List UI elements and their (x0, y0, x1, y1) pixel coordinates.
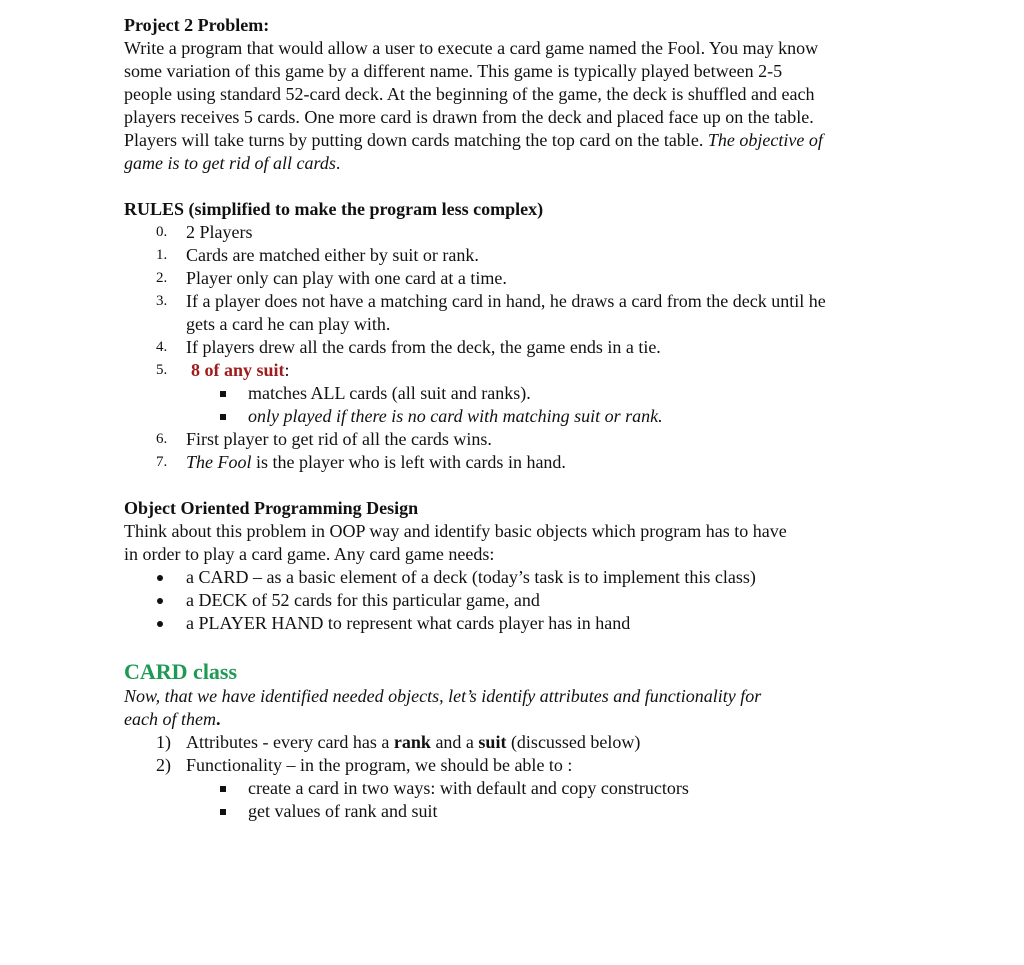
square-bullet-icon (220, 414, 226, 420)
rule-number: 6. (156, 431, 168, 447)
period: . (335, 153, 341, 173)
item-text: Functionality – in the program, we shoul… (186, 755, 573, 775)
intro-line: some variation of this game by a differe… (124, 61, 783, 81)
card-class-item: 1) Attributes - every card has a rank and… (124, 731, 914, 754)
rule-text: 2 Players (186, 222, 253, 242)
rule-text: First player to get rid of all the cards… (186, 429, 492, 449)
item-number: 2) (156, 755, 171, 775)
item-text: (discussed below) (506, 732, 641, 752)
rule-subitem: only played if there is no card with mat… (124, 405, 914, 428)
rule-item: 3. If a player does not have a matching c… (124, 290, 914, 313)
intro-line: game is to get rid of all cards. (124, 152, 914, 175)
rule-text: is the player who is left with cards in … (251, 452, 566, 472)
rule-item: 2. Player only can play with one card at … (124, 267, 914, 290)
the-fool-term: The Fool (186, 452, 252, 472)
rules-title: RULES (simplified to make the program le… (124, 199, 544, 219)
rule-number: 1. (156, 247, 168, 263)
rule-number: 5. (156, 362, 168, 378)
subitem-text: get values of rank and suit (248, 801, 438, 821)
intro-line: people using standard 52-card deck. At t… (124, 84, 815, 104)
rule-number: 2. (156, 270, 168, 286)
card-class-intro: Now, that we have identified needed obje… (124, 686, 762, 706)
intro-line: players receives 5 cards. One more card … (124, 107, 814, 127)
rule-text: If players drew all the cards from the d… (186, 337, 661, 357)
rule-text: Cards are matched either by suit or rank… (186, 245, 479, 265)
intro-line: Players will take turns by putting down … (124, 129, 914, 152)
bullet-text: a PLAYER HAND to represent what cards pl… (186, 613, 631, 633)
rule-item: 7. The Fool is the player who is left wit… (124, 451, 914, 474)
subitem-text: create a card in two ways: with default … (248, 778, 689, 798)
rule-number: 7. (156, 454, 168, 470)
objective-text: game is to get rid of all cards (124, 153, 336, 173)
card-class-item: 2) Functionality – in the program, we sho… (124, 754, 914, 777)
bullet-icon (157, 598, 163, 604)
rule-subitem: matches ALL cards (all suit and ranks). (124, 382, 914, 405)
eight-any-suit-highlight: 8 of any suit (191, 360, 285, 380)
rule-item: 1. Cards are matched either by suit or ra… (124, 244, 914, 267)
square-bullet-icon (220, 391, 226, 397)
functionality-subitem: create a card in two ways: with default … (124, 777, 914, 800)
period: . (215, 709, 221, 729)
oop-title: Object Oriented Programming Design (124, 498, 419, 518)
bullet-text: a DECK of 52 cards for this particular g… (186, 590, 540, 610)
document-page: Project 2 Problem: Write a program that … (124, 14, 914, 823)
card-class-title: CARD class (124, 659, 238, 684)
rule-text: Player only can play with one card at a … (186, 268, 507, 288)
oop-bullet-item: a DECK of 52 cards for this particular g… (124, 589, 914, 612)
rule-text: If a player does not have a matching car… (186, 291, 826, 311)
item-number: 1) (156, 732, 171, 752)
bullet-icon (157, 621, 163, 627)
subitem-text: matches ALL cards (all suit and ranks). (248, 383, 531, 403)
oop-line: Think about this problem in OOP way and … (124, 521, 787, 541)
oop-line: in order to play a card game. Any card g… (124, 544, 495, 564)
colon: : (284, 360, 290, 380)
rule-item: 6. First player to get rid of all the car… (124, 428, 914, 451)
suit-term: suit (478, 732, 507, 752)
rule-item: 0. 2 Players (124, 221, 914, 244)
item-text: and a (430, 732, 479, 752)
oop-bullet-item: a CARD – as a basic element of a deck (t… (124, 566, 914, 589)
card-class-intro: each of them. (124, 708, 914, 731)
intro-text: Players will take turns by putting down … (124, 130, 708, 150)
rank-term: rank (393, 732, 431, 752)
bullet-icon (157, 575, 163, 581)
rule-text: gets a card he can play with. (186, 314, 391, 334)
functionality-subitem: get values of rank and suit (124, 800, 914, 823)
subitem-text: only played if there is no card with mat… (248, 406, 663, 426)
rule-number: 3. (156, 293, 168, 309)
rule-number: 4. (156, 339, 168, 355)
oop-bullet-item: a PLAYER HAND to represent what cards pl… (124, 612, 914, 635)
rule-item: 5. 8 of any suit: (124, 359, 914, 382)
intro-line: Write a program that would allow a user … (124, 38, 819, 58)
rule-item: 4. If players drew all the cards from the… (124, 336, 914, 359)
rule-number: 0. (156, 224, 168, 240)
intro-text: each of them (124, 709, 216, 729)
objective-text: The objective of (707, 130, 823, 150)
bullet-text: a CARD – as a basic element of a deck (t… (186, 567, 756, 587)
square-bullet-icon (220, 786, 226, 792)
item-text: Attributes - every card has a (186, 732, 394, 752)
square-bullet-icon (220, 809, 226, 815)
rule-item-continuation: gets a card he can play with. (124, 313, 914, 336)
project-title: Project 2 Problem: (124, 15, 270, 35)
